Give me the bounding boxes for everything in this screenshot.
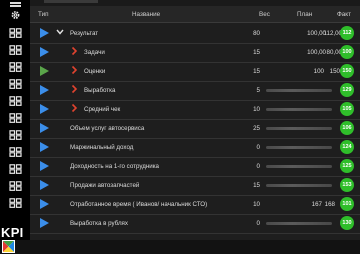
row-name: Объем услуг автосервиса	[70, 125, 145, 132]
table-row[interactable]: Продажи автозапчастей 15 153	[30, 175, 360, 196]
row-weight: 10	[253, 106, 260, 113]
redacted-values	[266, 108, 332, 111]
redacted-values	[266, 165, 332, 168]
expand-arrow-icon[interactable]	[40, 66, 49, 76]
row-name: Отработанное время ( Иванов/ начальник С…	[70, 201, 208, 208]
score-badge: 153	[340, 178, 354, 192]
score-badge: 105	[340, 102, 354, 116]
expand-arrow-icon[interactable]	[40, 28, 49, 38]
row-fact: 112,00	[323, 30, 342, 37]
row-fact: 168	[324, 201, 335, 208]
row-weight: 25	[253, 125, 260, 132]
grid-icon[interactable]	[9, 147, 22, 157]
row-name: Средний чек	[84, 106, 121, 113]
row-name: Результат	[70, 30, 99, 37]
chevron-right-icon[interactable]	[70, 46, 78, 56]
row-name: Оценки	[84, 68, 106, 75]
grid-icon[interactable]	[9, 164, 22, 174]
row-name: Доходность на 1-го сотрудника	[70, 163, 159, 170]
row-weight: 15	[253, 182, 260, 189]
score-badge: 124	[340, 140, 354, 154]
logo-mark-icon	[2, 240, 15, 253]
table-row[interactable]: Средний чек 10 105	[30, 99, 360, 120]
expand-arrow-icon[interactable]	[40, 180, 49, 190]
score-badge: 101	[340, 197, 354, 211]
redacted-values	[266, 89, 332, 92]
grid-icon[interactable]	[9, 181, 22, 191]
row-name: Выработка	[84, 87, 116, 94]
chevron-right-icon[interactable]	[70, 103, 78, 113]
table-row[interactable]: Доходность на 1-го сотрудника 0 125	[30, 156, 360, 177]
score-badge: 100	[340, 45, 354, 59]
sidebar: KPI	[0, 0, 30, 253]
header-name: Название	[132, 11, 161, 18]
table-row[interactable]: Объем услуг автосервиса 25 106	[30, 118, 360, 139]
score-badge: 112	[340, 26, 354, 40]
grid-icon[interactable]	[9, 45, 22, 55]
row-name: Маржинальный доход	[70, 144, 134, 151]
row-fact: 80,00	[326, 49, 342, 56]
row-weight: 0	[256, 144, 260, 151]
row-name: Задачи	[84, 49, 105, 56]
score-badge: 129	[340, 83, 354, 97]
row-weight: 5	[256, 87, 260, 94]
table-row[interactable]: Задачи 15 100,00 80,00 100	[30, 42, 360, 63]
row-weight: 0	[256, 163, 260, 170]
score-badge: 125	[340, 159, 354, 173]
redacted-values	[266, 127, 332, 130]
row-weight: 15	[253, 49, 260, 56]
row-weight: 10	[253, 201, 260, 208]
chevron-right-icon[interactable]	[70, 84, 78, 94]
expand-arrow-icon[interactable]	[40, 104, 49, 114]
table-row[interactable]: Выработка 5 129	[30, 80, 360, 101]
chevron-down-icon[interactable]	[56, 27, 64, 37]
expand-arrow-icon[interactable]	[40, 142, 49, 152]
grid-icon[interactable]	[9, 198, 22, 208]
header-fact: Факт	[337, 11, 351, 18]
table-header: Тип Название Вес План Факт	[30, 6, 360, 23]
grid-icon[interactable]	[9, 62, 22, 72]
table-row[interactable]: Результат 80 100,00 112,00 112	[30, 23, 360, 44]
row-fact: 150	[329, 68, 340, 75]
gear-icon[interactable]	[9, 10, 22, 20]
expand-arrow-icon[interactable]	[40, 161, 49, 171]
header-weight: Вес	[259, 11, 270, 18]
row-weight: 0	[256, 220, 260, 227]
table-row[interactable]: Оценки 15 100 150 150	[30, 61, 360, 82]
score-badge: 130	[340, 216, 354, 230]
grid-icon[interactable]	[9, 130, 22, 140]
logo-text: KPI	[1, 225, 24, 240]
expand-arrow-icon[interactable]	[40, 199, 49, 209]
expand-arrow-icon[interactable]	[40, 85, 49, 95]
score-badge: 106	[340, 121, 354, 135]
redacted-values	[266, 222, 332, 225]
kpi-logo: KPI	[1, 225, 30, 253]
redacted-values	[266, 146, 332, 149]
grid-icon[interactable]	[9, 28, 22, 38]
score-badge: 150	[340, 64, 354, 78]
header-plan: План	[297, 11, 313, 18]
chevron-right-icon[interactable]	[70, 65, 78, 75]
row-weight: 15	[253, 68, 260, 75]
table-row[interactable]: Выработка в рублях 0 130	[30, 213, 360, 234]
menu-icon[interactable]	[9, 0, 22, 8]
row-weight: 80	[253, 30, 260, 37]
grid-icon[interactable]	[9, 113, 22, 123]
header-type: Тип	[38, 11, 49, 18]
main-content: Тип Название Вес План Факт Результат 80 …	[30, 0, 360, 240]
grid-icon[interactable]	[9, 96, 22, 106]
expand-arrow-icon[interactable]	[40, 47, 49, 57]
row-name: Выработка в рублях	[70, 220, 129, 227]
table-row[interactable]: Отработанное время ( Иванов/ начальник С…	[30, 194, 360, 215]
expand-arrow-icon[interactable]	[40, 218, 49, 228]
grid-icon[interactable]	[9, 79, 22, 89]
row-name: Продажи автозапчастей	[70, 182, 140, 189]
expand-arrow-icon[interactable]	[40, 123, 49, 133]
redacted-values	[266, 184, 332, 187]
table-row[interactable]: Маржинальный доход 0 124	[30, 137, 360, 158]
